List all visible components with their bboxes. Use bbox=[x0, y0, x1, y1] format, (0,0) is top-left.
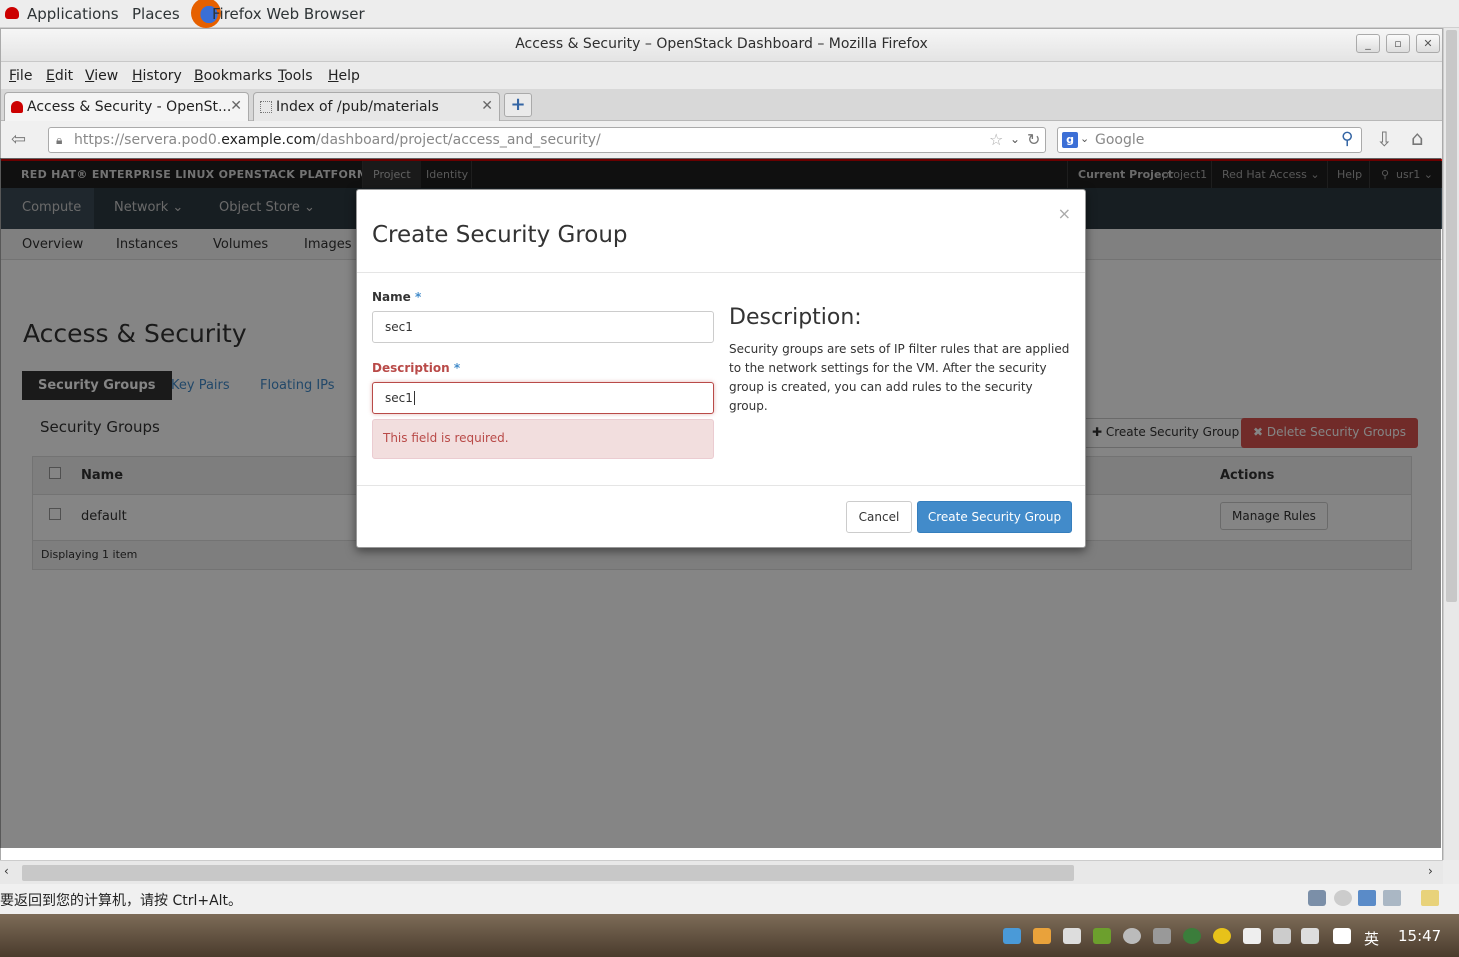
description-field[interactable]: sec1 bbox=[372, 382, 714, 414]
action-center-icon[interactable] bbox=[1333, 928, 1351, 944]
tray-usb-icon[interactable] bbox=[1063, 928, 1081, 944]
window-titlebar: Access & Security – OpenStack Dashboard … bbox=[1, 29, 1442, 62]
menu-view[interactable]: View bbox=[85, 68, 118, 84]
tray-plus-icon[interactable] bbox=[1213, 928, 1231, 944]
vertical-scrollbar[interactable] bbox=[1443, 28, 1459, 860]
field-error-message: This field is required. bbox=[372, 419, 714, 459]
minimize-button[interactable]: _ bbox=[1356, 34, 1380, 53]
scroll-right-arrow-icon[interactable]: › bbox=[1428, 864, 1433, 878]
tab-bar: Access & Security - OpenSt... ✕ Index of… bbox=[1, 89, 1442, 121]
battery-icon[interactable] bbox=[1243, 928, 1261, 944]
tray-globe-icon[interactable] bbox=[1183, 928, 1201, 944]
display-icon bbox=[1383, 890, 1401, 906]
menu-help[interactable]: Help bbox=[328, 68, 360, 84]
menu-bookmarks[interactable]: Bookmarks bbox=[194, 68, 272, 84]
tab-index-materials[interactable]: Index of /pub/materials ✕ bbox=[253, 92, 500, 121]
engine-dropdown-icon[interactable]: ⌄ bbox=[1080, 132, 1089, 145]
wifi-icon[interactable] bbox=[1273, 928, 1291, 944]
google-engine-icon[interactable]: g bbox=[1062, 132, 1078, 148]
bookmark-star-icon[interactable]: ☆ bbox=[989, 130, 1003, 149]
search-icon[interactable]: ⚲ bbox=[1341, 129, 1353, 149]
menu-bar: File Edit View History Bookmarks Tools H… bbox=[1, 62, 1442, 89]
lock-icon: 🔒︎ bbox=[56, 133, 63, 147]
description-label: Description * bbox=[372, 361, 461, 375]
dropdown-icon[interactable]: ⌄ bbox=[1010, 132, 1020, 146]
back-arrow-icon[interactable]: ⇦ bbox=[11, 129, 26, 150]
description-help-text: Security groups are sets of IP filter ru… bbox=[729, 342, 1070, 413]
download-icon[interactable]: ⇩ bbox=[1376, 127, 1393, 151]
vm-status-line: 要返回到您的计算机，请按 Ctrl+Alt。 bbox=[0, 884, 1459, 914]
notes-icon bbox=[1421, 890, 1439, 906]
search-placeholder: Google bbox=[1095, 132, 1145, 148]
name-label: Name * bbox=[372, 290, 422, 304]
modal-title: Create Security Group bbox=[372, 222, 628, 248]
taskbar-clock[interactable]: 15:47 bbox=[1398, 927, 1441, 945]
name-field[interactable]: sec1 bbox=[372, 311, 714, 343]
vscroll-thumb[interactable] bbox=[1446, 30, 1457, 602]
tray-app-icon[interactable] bbox=[1003, 928, 1021, 944]
tab-label: Access & Security - OpenSt... bbox=[27, 99, 232, 115]
new-tab-button[interactable]: + bbox=[504, 93, 532, 117]
create-security-group-modal: × Create Security Group Name * sec1 Desc… bbox=[356, 189, 1086, 548]
close-tab-icon[interactable]: ✕ bbox=[230, 98, 242, 114]
gnome-top-bar: Applications Places Firefox Web Browser bbox=[0, 0, 1459, 28]
modal-close-icon[interactable]: × bbox=[1058, 204, 1071, 223]
cdrom-icon bbox=[1334, 890, 1352, 906]
tray-qq-icon[interactable] bbox=[1033, 928, 1051, 944]
search-bar[interactable]: g ⌄ Google ⚲ bbox=[1057, 127, 1362, 153]
submit-create-security-group-button[interactable]: Create Security Group bbox=[917, 501, 1072, 533]
reload-icon[interactable]: ↻ bbox=[1027, 130, 1040, 149]
home-icon[interactable]: ⌂ bbox=[1411, 126, 1424, 150]
host-taskbar bbox=[0, 914, 1459, 957]
cancel-button[interactable]: Cancel bbox=[846, 501, 912, 533]
description-heading: Description: bbox=[729, 305, 862, 330]
url-bar[interactable]: 🔒︎ https://servera.pod0.example.com/dash… bbox=[48, 127, 1046, 153]
close-tab-icon[interactable]: ✕ bbox=[481, 98, 493, 114]
close-window-button[interactable]: ✕ bbox=[1416, 34, 1440, 53]
scroll-left-arrow-icon[interactable]: ‹ bbox=[4, 864, 9, 878]
maximize-button[interactable]: ▫ bbox=[1386, 34, 1410, 53]
tray-nvidia-icon[interactable] bbox=[1093, 928, 1111, 944]
redhat-icon bbox=[5, 7, 19, 19]
harddisk-icon bbox=[1308, 890, 1326, 906]
hscroll-thumb[interactable] bbox=[22, 865, 1074, 881]
horizontal-scrollbar[interactable]: ‹ › bbox=[0, 860, 1443, 884]
menu-file[interactable]: File bbox=[9, 68, 32, 84]
navigation-toolbar: ⇦ 🔒︎ https://servera.pod0.example.com/da… bbox=[1, 121, 1442, 159]
firefox-app-label[interactable]: Firefox Web Browser bbox=[212, 5, 365, 23]
url-text: https://servera.pod0.example.com/dashboa… bbox=[74, 132, 601, 148]
tray-audio-app-icon[interactable] bbox=[1123, 928, 1141, 944]
tray-drive-icon[interactable] bbox=[1153, 928, 1171, 944]
volume-icon[interactable] bbox=[1301, 928, 1319, 944]
tab-label: Index of /pub/materials bbox=[276, 99, 439, 115]
window-title: Access & Security – OpenStack Dashboard … bbox=[515, 36, 928, 52]
menu-history[interactable]: History bbox=[132, 68, 182, 84]
ime-indicator[interactable]: 英 bbox=[1364, 928, 1379, 949]
tab-access-security[interactable]: Access & Security - OpenSt... ✕ bbox=[4, 92, 249, 121]
network-icon bbox=[1358, 890, 1376, 906]
page-favicon-icon bbox=[260, 101, 272, 113]
applications-menu[interactable]: Applications bbox=[27, 5, 119, 23]
redhat-favicon-icon bbox=[11, 101, 23, 113]
menu-tools[interactable]: Tools bbox=[278, 68, 313, 84]
places-menu[interactable]: Places bbox=[132, 5, 180, 23]
release-keyboard-hint: 要返回到您的计算机，请按 Ctrl+Alt。 bbox=[0, 893, 243, 909]
menu-edit[interactable]: Edit bbox=[46, 68, 73, 84]
